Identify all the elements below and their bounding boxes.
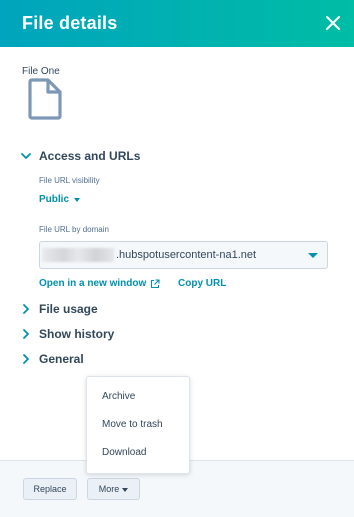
section-label: General — [39, 352, 84, 366]
open-in-new-window-link[interactable]: Open in a new window — [39, 278, 160, 289]
visibility-label: File URL visibility — [39, 176, 100, 185]
chevron-right-icon — [23, 329, 29, 339]
replace-button[interactable]: Replace — [23, 478, 77, 500]
close-icon[interactable] — [322, 12, 344, 34]
redacted-subdomain — [42, 248, 114, 262]
section-file-usage[interactable]: File usage — [20, 300, 98, 318]
open-link-label: Open in a new window — [39, 278, 147, 289]
chevron-right-icon — [23, 354, 29, 364]
domain-value: .hubspotusercontent-na1.net — [116, 249, 257, 261]
section-access-and-urls[interactable]: Access and URLs — [20, 147, 140, 165]
dropdown-arrow-icon — [308, 253, 318, 258]
menu-item-archive[interactable]: Archive — [102, 391, 135, 402]
visibility-dropdown[interactable]: Public — [39, 194, 81, 205]
section-label: Show history — [39, 327, 115, 341]
domain-label: File URL by domain — [39, 225, 109, 234]
panel-header: File details — [0, 0, 354, 47]
section-show-history[interactable]: Show history — [20, 325, 114, 343]
external-link-icon — [151, 278, 160, 288]
domain-select[interactable]: .hubspotusercontent-na1.net — [39, 241, 328, 269]
menu-item-move-to-trash[interactable]: Move to trash — [102, 419, 163, 430]
more-label: More — [98, 484, 120, 494]
chevron-right-icon — [23, 304, 29, 314]
file-icon — [28, 78, 62, 120]
section-general[interactable]: General — [20, 350, 84, 368]
copy-url-link[interactable]: Copy URL — [178, 278, 226, 289]
section-label: File usage — [39, 302, 98, 316]
file-name: File One — [22, 66, 60, 77]
panel-title: File details — [22, 13, 118, 33]
menu-item-download[interactable]: Download — [102, 447, 146, 458]
more-button[interactable]: More — [87, 478, 140, 500]
visibility-value: Public — [39, 194, 70, 205]
copy-url-label: Copy URL — [178, 278, 227, 289]
chevron-down-icon — [21, 153, 31, 159]
section-label: Access and URLs — [39, 149, 141, 163]
caret-down-icon — [74, 198, 81, 202]
replace-label: Replace — [33, 484, 67, 494]
caret-down-icon — [122, 487, 129, 492]
more-dropdown-menu: Archive Move to trash Download — [86, 376, 190, 474]
